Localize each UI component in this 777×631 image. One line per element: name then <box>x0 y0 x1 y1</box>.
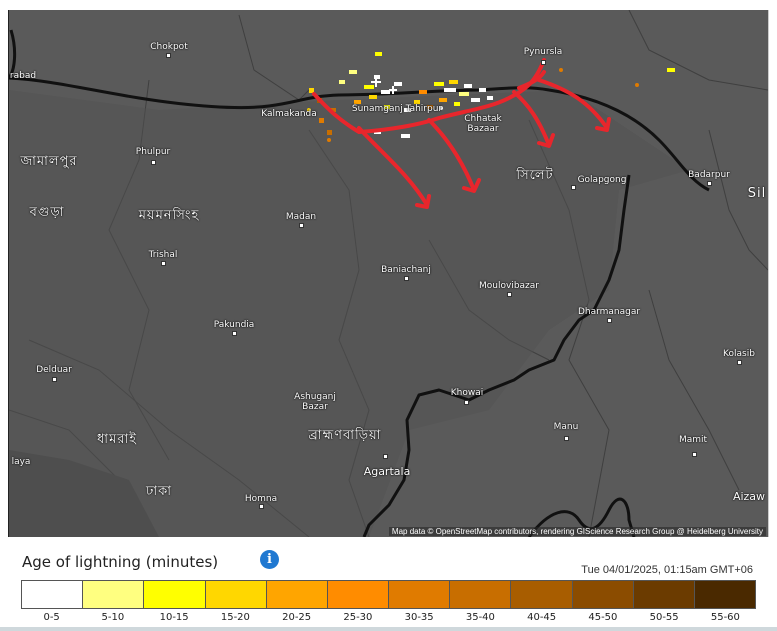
place-khowai: Khowai <box>450 388 484 398</box>
place-manu: Manu <box>553 422 579 432</box>
legend-label: 15-20 <box>220 612 250 623</box>
legend-label: 20-25 <box>282 612 312 623</box>
place-marker <box>166 53 171 58</box>
legend-label: 25-30 <box>343 612 373 623</box>
info-icon[interactable]: i <box>260 550 279 569</box>
place-marker <box>404 276 409 281</box>
place-badarpur: Badarpur <box>688 170 730 180</box>
map-view[interactable]: Chokpot rabad Kalmakanda Sunamganj Tahir… <box>8 10 769 537</box>
legend-label: 35-40 <box>465 612 495 623</box>
place-marker <box>299 223 304 228</box>
place-rabad: rabad <box>9 71 37 81</box>
legend-label: 10-15 <box>159 612 189 623</box>
legend-label: 40-45 <box>527 612 557 623</box>
legend-swatch-35-40 <box>450 581 512 608</box>
place-marker <box>692 452 697 457</box>
legend-swatch-40-45 <box>511 581 573 608</box>
place-marker <box>151 160 156 165</box>
place-jamalpur: জামালপুর <box>20 154 78 169</box>
legend-color-bar <box>21 580 756 609</box>
legend-swatch-0-5 <box>22 581 84 608</box>
legend-swatch-5-10 <box>83 581 145 608</box>
legend-swatch-20-25 <box>266 581 328 608</box>
place-golapgong: Golapgong <box>577 175 627 185</box>
place-pakundia: Pakundia <box>213 320 255 330</box>
legend-swatch-55-60 <box>694 581 756 608</box>
place-marker <box>383 454 388 459</box>
place-chhatak-bazaar: Chhatak Bazaar <box>464 114 502 134</box>
legend-swatch-15-20 <box>205 581 267 608</box>
place-pynursla: Pynursla <box>523 47 563 57</box>
place-marker <box>541 60 546 65</box>
place-homna: Homna <box>244 494 278 504</box>
place-marker <box>259 504 264 509</box>
legend-label: 55-60 <box>710 612 740 623</box>
place-sylhet: সিলেট <box>516 168 554 183</box>
legend-swatch-50-55 <box>633 581 695 608</box>
place-marker <box>52 377 57 382</box>
place-brahmanbaria: ব্রাহ্মণবাড়িয়া <box>308 428 382 443</box>
legend-label: 45-50 <box>588 612 618 623</box>
place-laya: laya <box>11 457 31 467</box>
place-baniachanj: Baniachanj <box>381 265 431 275</box>
place-aizawl: Aizaw <box>732 490 766 503</box>
legend-swatch-10-15 <box>144 581 206 608</box>
place-phulpur: Phulpur <box>135 147 171 157</box>
legend-swatch-45-50 <box>572 581 634 608</box>
place-moulovibazar: Moulovibazar <box>479 281 539 291</box>
place-marker <box>607 318 612 323</box>
legend-swatch-25-30 <box>327 581 390 608</box>
place-dharmanagar: Dharmanagar <box>577 307 641 317</box>
place-marker <box>707 181 712 186</box>
place-dhamrai: ধামরাই <box>97 432 137 447</box>
map-attribution: Map data © OpenStreetMap contributors, r… <box>388 527 766 536</box>
place-marker <box>564 436 569 441</box>
legend-labels: 0-5 5-10 10-15 15-20 20-25 25-30 30-35 35-40 40-… <box>21 612 756 623</box>
place-kolasib: Kolasib <box>723 349 755 359</box>
place-sunamganj: Sunamganj Tahirpur <box>351 104 443 114</box>
place-bogura: বগুড়া <box>29 205 65 220</box>
place-marker <box>464 400 469 405</box>
place-trishal: Trishal <box>148 250 178 260</box>
place-delduar: Delduar <box>36 365 72 375</box>
place-mymensingh: ময়মনসিংহ <box>138 208 200 223</box>
place-kalmakanda: Kalmakanda <box>261 109 317 119</box>
place-dhaka: ঢাকা <box>146 484 172 499</box>
place-marker <box>571 185 576 190</box>
legend-label: 0-5 <box>43 612 60 623</box>
legend-swatch-30-35 <box>389 581 451 608</box>
place-marker <box>232 331 237 336</box>
legend-label: 5-10 <box>101 612 125 623</box>
place-marker <box>161 261 166 266</box>
place-marker <box>507 292 512 297</box>
place-sil: Sil <box>747 186 767 201</box>
legend-label: 30-35 <box>404 612 434 623</box>
legend-title: Age of lightning (minutes) <box>22 553 219 571</box>
legend-label: 50-55 <box>649 612 679 623</box>
place-madan: Madan <box>285 212 317 222</box>
legend-timestamp: Tue 04/01/2025, 01:15am GMT+06 <box>581 564 753 576</box>
place-marker <box>737 360 742 365</box>
place-ashuganj-bazar: Ashuganj Bazar <box>294 392 336 412</box>
bottom-divider <box>0 627 777 631</box>
place-mamit: Mamit <box>678 435 708 445</box>
place-agartala: Agartala <box>363 465 411 478</box>
place-chokpot: Chokpot <box>150 42 188 52</box>
